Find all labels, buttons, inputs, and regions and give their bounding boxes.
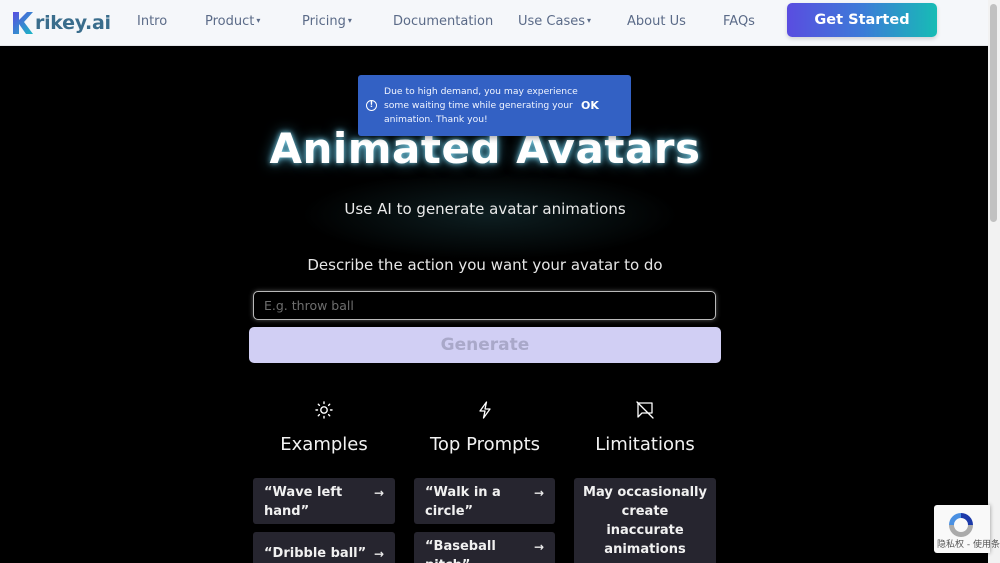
hero-subtitle: Use AI to generate avatar animations <box>344 200 626 218</box>
info-circle-icon: ! <box>366 100 377 111</box>
generate-button[interactable]: Generate <box>249 327 721 363</box>
examples-title: Examples <box>280 434 368 455</box>
limitation-text: May occasionally create inaccurate anima… <box>583 485 707 557</box>
krikey-logo[interactable]: rikey.ai <box>12 9 111 37</box>
prompt-card-baseball-pitch[interactable]: “Baseball pitch” → <box>414 532 555 563</box>
arrow-right-icon: → <box>373 547 384 561</box>
nav-faqs-label: FAQs <box>723 14 755 29</box>
arrow-right-icon: → <box>533 540 544 554</box>
caret-down-icon: ▾ <box>587 16 592 25</box>
action-prompt-input[interactable] <box>253 291 716 320</box>
logo-text: rikey.ai <box>35 12 111 34</box>
nav-use-cases[interactable]: Use Cases ▾ <box>518 14 591 29</box>
sun-icon <box>315 401 333 419</box>
toast-ok-button[interactable]: OK <box>581 99 599 112</box>
card-text: “Walk in a circle” <box>425 485 501 519</box>
nav-pricing-label: Pricing <box>302 14 346 29</box>
message-off-icon <box>636 401 654 419</box>
nav-about-us[interactable]: About Us <box>627 14 686 29</box>
arrow-right-icon: → <box>533 486 544 500</box>
toast-message: Due to high demand, you may experience s… <box>384 86 578 125</box>
top-prompts-column: Top Prompts <box>414 400 556 455</box>
nav-documentation[interactable]: Documentation <box>393 14 493 29</box>
card-text: “Baseball pitch” <box>425 539 496 563</box>
lightning-icon <box>479 401 491 419</box>
nav-use-cases-label: Use Cases <box>518 14 586 29</box>
arrow-right-icon: → <box>373 486 384 500</box>
prompt-label: Describe the action you want your avatar… <box>307 256 663 274</box>
example-card-dribble-ball[interactable]: “Dribble ball” → <box>253 532 395 563</box>
navbar: rikey.ai Intro Product ▾ Pricing ▾ Documen… <box>0 0 988 46</box>
recaptcha-terms[interactable]: 隐私权 - 使用条款 <box>937 537 1000 550</box>
limitations-column: Limitations <box>574 400 716 455</box>
nav-product-label: Product <box>205 14 255 29</box>
nav-documentation-label: Documentation <box>393 14 494 29</box>
nav-intro[interactable]: Intro <box>137 14 167 29</box>
caret-down-icon: ▾ <box>256 16 261 25</box>
nav-about-us-label: About Us <box>627 14 686 29</box>
limitations-title: Limitations <box>595 434 695 455</box>
top-prompts-title: Top Prompts <box>429 434 541 455</box>
examples-column: Examples <box>253 400 395 455</box>
nav-pricing[interactable]: Pricing ▾ <box>302 14 352 29</box>
card-text: “Dribble ball” <box>264 546 367 561</box>
card-text: “Wave left hand” <box>264 485 343 519</box>
nav-intro-label: Intro <box>137 14 168 29</box>
nav-product[interactable]: Product ▾ <box>205 14 260 29</box>
example-card-wave-left-hand[interactable]: “Wave left hand” → <box>253 478 395 524</box>
prompt-card-walk-in-a-circle[interactable]: “Walk in a circle” → <box>414 478 555 524</box>
recaptcha-icon <box>949 513 973 537</box>
recaptcha-badge[interactable]: 隐私权 - 使用条款 <box>934 505 1000 553</box>
limitation-card: May occasionally create inaccurate anima… <box>574 478 716 563</box>
get-started-button[interactable]: Get Started <box>787 3 937 37</box>
nav-faqs[interactable]: FAQs <box>723 14 755 29</box>
caret-down-icon: ▾ <box>347 16 352 25</box>
krikey-k-icon <box>13 12 33 34</box>
high-demand-toast: ! Due to high demand, you may experience… <box>358 75 631 136</box>
scrollbar-thumb[interactable] <box>990 4 997 222</box>
